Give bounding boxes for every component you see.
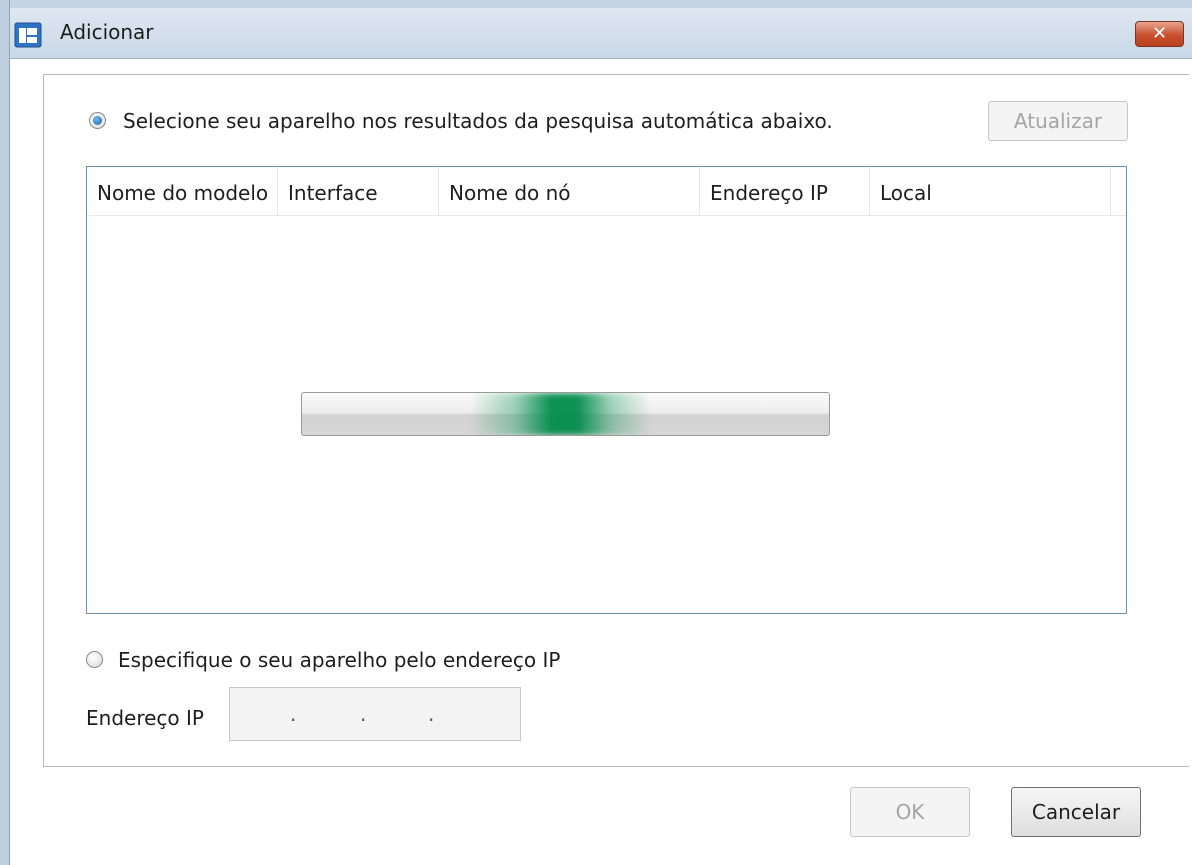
device-list[interactable]: Nome do modelo Interface Nome do nó Ende… bbox=[86, 166, 1127, 614]
search-progress-bar bbox=[301, 392, 830, 436]
window-frame-left bbox=[0, 0, 10, 865]
auto-search-radio-label[interactable]: Selecione seu aparelho nos resultados da… bbox=[123, 109, 833, 133]
ip-address-label: Endereço IP bbox=[86, 706, 204, 730]
ok-button[interactable]: OK bbox=[850, 787, 970, 837]
column-header-ip-address[interactable]: Endereço IP bbox=[700, 167, 870, 215]
cancel-button[interactable]: Cancelar bbox=[1011, 787, 1141, 837]
ip-separator: . bbox=[428, 702, 435, 726]
column-header-model-name[interactable]: Nome do modelo bbox=[87, 167, 278, 215]
window-frame-top bbox=[0, 0, 1192, 8]
ip-address-input[interactable]: . . . bbox=[229, 687, 521, 741]
column-header-interface[interactable]: Interface bbox=[278, 167, 439, 215]
device-list-header: Nome do modelo Interface Nome do nó Ende… bbox=[87, 167, 1126, 216]
ip-separator: . bbox=[290, 702, 297, 726]
close-icon: ✕ bbox=[1151, 23, 1168, 44]
ip-separator: . bbox=[360, 702, 367, 726]
manual-ip-radio[interactable] bbox=[86, 651, 103, 668]
progress-indicator bbox=[470, 393, 650, 435]
column-header-node-name[interactable]: Nome do nó bbox=[439, 167, 700, 215]
close-button[interactable]: ✕ bbox=[1135, 21, 1184, 47]
refresh-button[interactable]: Atualizar bbox=[988, 101, 1128, 141]
title-bar[interactable]: Adicionar ✕ bbox=[10, 8, 1192, 59]
column-header-location[interactable]: Local bbox=[870, 167, 1111, 215]
window-title: Adicionar bbox=[60, 20, 154, 44]
manual-ip-radio-label[interactable]: Especifique o seu aparelho pelo endereço… bbox=[118, 648, 560, 672]
auto-search-radio[interactable] bbox=[89, 112, 106, 129]
printer-window-icon bbox=[14, 22, 42, 48]
